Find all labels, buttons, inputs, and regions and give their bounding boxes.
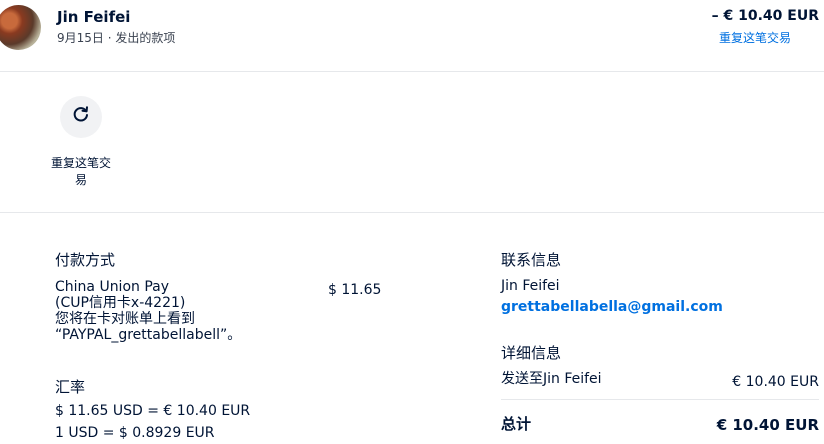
total-amount: € 10.40 EUR — [716, 416, 819, 434]
refresh-icon — [71, 105, 91, 129]
payment-method-line: “PAYPAL_grettabellabell”。 — [55, 327, 242, 343]
divider — [0, 212, 824, 213]
payment-method-heading: 付款方式 — [55, 251, 116, 269]
details-heading: 详细信息 — [501, 344, 562, 362]
divider — [0, 71, 824, 72]
contact-email-link[interactable]: grettabellabella@gmail.com — [501, 299, 723, 315]
contact-info-name: Jin Feifei — [501, 278, 560, 294]
transaction-date-type: 9月15日 · 发出的款项 — [57, 31, 176, 45]
sent-to-label: 发送至Jin Feifei — [501, 371, 602, 387]
transaction-amount: – € 10.40 EUR — [711, 8, 819, 24]
payment-method-details: China Union Pay (CUP信用卡x-4221) 您将在卡对账单上看… — [55, 279, 305, 343]
avatar — [0, 5, 41, 50]
sent-to-amount: € 10.40 EUR — [732, 374, 819, 390]
total-label: 总计 — [501, 415, 532, 433]
repeat-transaction-link[interactable]: 重复这笔交易 — [719, 29, 791, 46]
payment-amount: $ 11.65 — [328, 282, 382, 298]
payment-method-line: China Union Pay — [55, 279, 170, 295]
contact-info-heading: 联系信息 — [501, 251, 562, 269]
payment-method-line: 您将在卡对账单上看到 — [55, 311, 195, 327]
payment-method-line: (CUP信用卡x-4221) — [55, 295, 186, 311]
exchange-rate-line: 1 USD = $ 0.8929 EUR — [55, 425, 215, 441]
divider — [501, 399, 819, 400]
exchange-rate-heading: 汇率 — [55, 378, 86, 396]
repeat-transaction-label: 重复这笔交 易 — [50, 156, 111, 187]
exchange-rate-line: $ 11.65 USD = € 10.40 EUR — [55, 403, 251, 419]
repeat-transaction-button[interactable] — [60, 96, 102, 138]
contact-name: Jin Feifei — [57, 8, 131, 26]
